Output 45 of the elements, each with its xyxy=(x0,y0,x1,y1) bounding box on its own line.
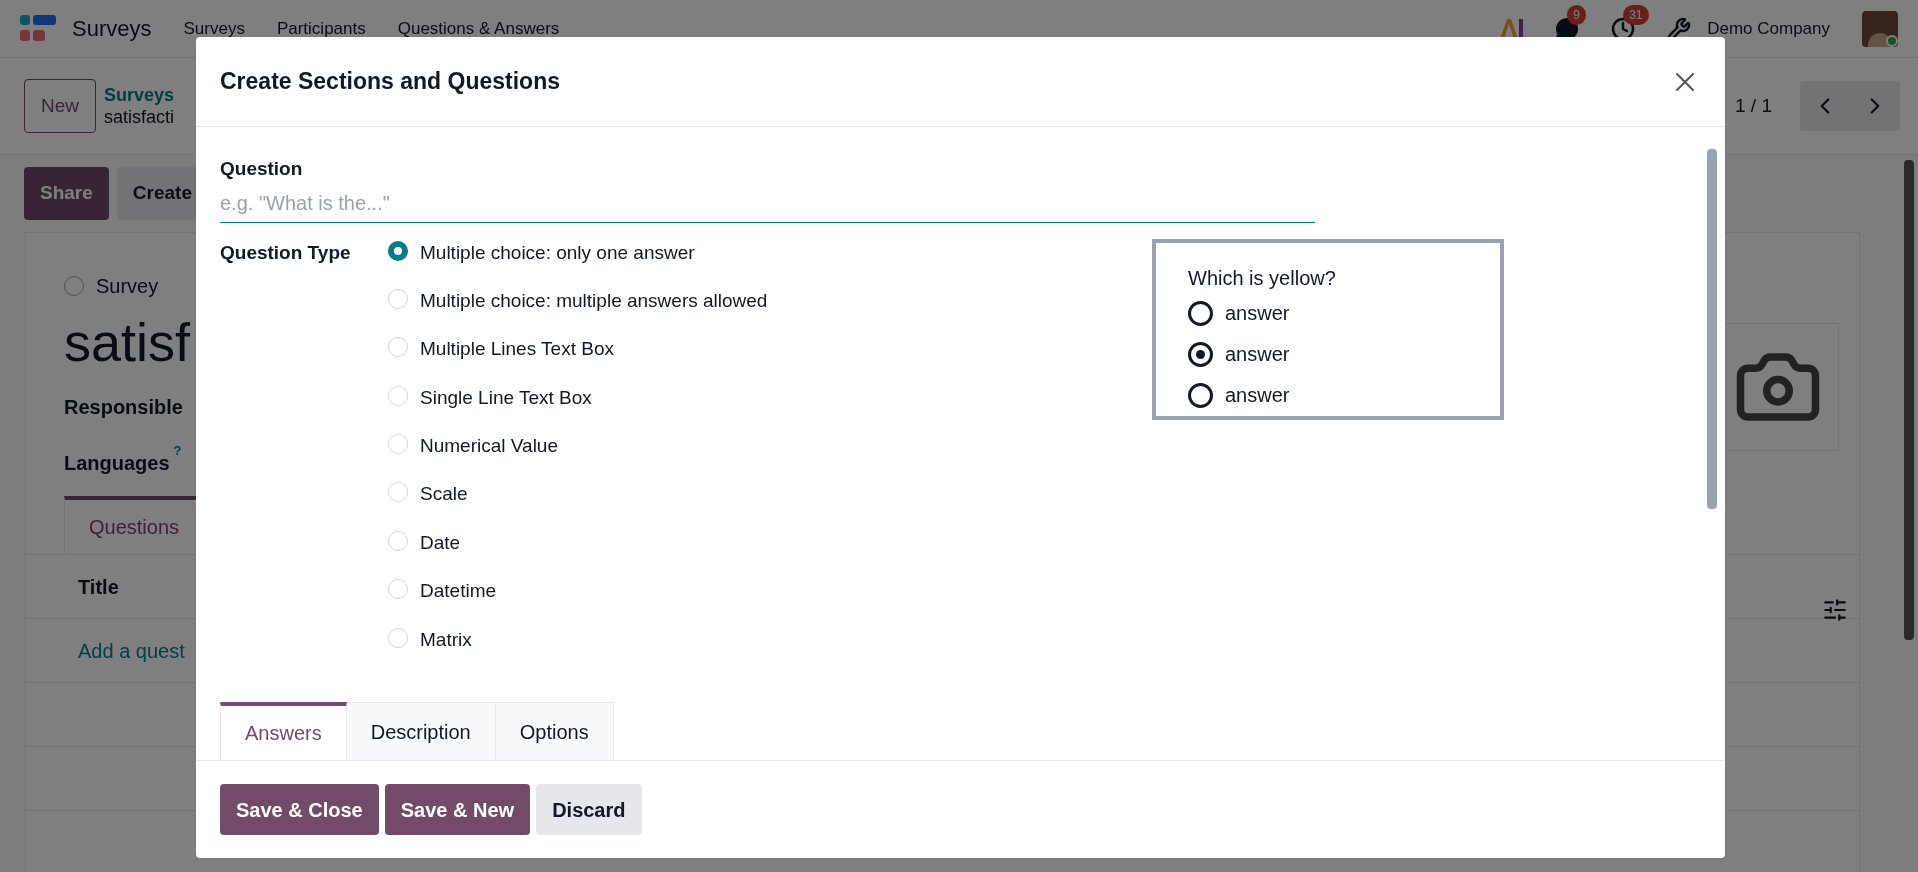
radio-option[interactable]: Multiple choice: only one answer xyxy=(388,232,988,281)
dialog-button[interactable]: Discard xyxy=(536,784,642,835)
company-name[interactable]: Demo Company xyxy=(1707,15,1830,42)
avatar[interactable] xyxy=(1862,10,1898,47)
radio-option[interactable]: Multiple choice: multiple answers allowed xyxy=(388,280,988,330)
answer-label: answer xyxy=(1225,383,1290,408)
app-name[interactable]: Surveys xyxy=(72,12,152,45)
new-button[interactable]: New xyxy=(24,78,96,134)
field-label: Question Type xyxy=(220,240,352,265)
menu-item[interactable]: Participants xyxy=(276,15,366,42)
radio-option[interactable]: Matrix xyxy=(388,619,988,668)
preview-question: Which is yellow? xyxy=(1188,265,1337,291)
radio-option[interactable]: Numerical Value xyxy=(388,426,988,475)
field-label: Question xyxy=(220,157,304,181)
app-logo-icon[interactable] xyxy=(20,14,56,43)
column-header[interactable]: Title xyxy=(78,571,119,602)
settings-icon[interactable] xyxy=(1822,597,1848,623)
radio-option[interactable]: Multiple Lines Text Box xyxy=(388,329,988,378)
field-label: Responsible xyxy=(64,395,183,420)
radio-label: Survey xyxy=(96,273,159,299)
menu-item[interactable]: Questions & Answers xyxy=(397,15,560,42)
answer-label: answer xyxy=(1225,301,1290,326)
tab[interactable]: Description xyxy=(346,702,496,760)
tab[interactable]: Options xyxy=(495,702,614,760)
dialog-button[interactable]: Save & Close xyxy=(220,784,379,835)
record-name: satisfacti xyxy=(104,106,175,129)
pager-value[interactable]: 1 / 1 xyxy=(1735,91,1772,121)
count-badge: 31 xyxy=(1623,4,1649,25)
dialog-button[interactable]: Save & New xyxy=(384,784,531,835)
radio-option[interactable]: Single Line Text Box xyxy=(388,377,988,427)
ai-icon[interactable] xyxy=(1499,17,1524,40)
action-button[interactable]: Share xyxy=(24,167,109,220)
menu-item[interactable]: Surveys xyxy=(183,15,245,42)
radio-option[interactable]: Scale xyxy=(388,474,988,523)
scrollbar[interactable] xyxy=(1904,160,1914,640)
scrollbar[interactable] xyxy=(1707,149,1717,509)
question-field[interactable]: e.g. "What is the..." xyxy=(220,183,1315,223)
tab[interactable]: Answers xyxy=(220,702,347,760)
answer-label: answer xyxy=(1225,342,1290,367)
radio-option[interactable]: Datetime xyxy=(388,571,988,620)
survey-title: satisf xyxy=(64,311,191,372)
radio-option[interactable]: Date xyxy=(388,522,988,572)
field-label: Languages xyxy=(64,451,170,476)
dialog-title: Create Sections and Questions xyxy=(220,67,561,97)
count-badge: 9 xyxy=(1567,4,1586,25)
